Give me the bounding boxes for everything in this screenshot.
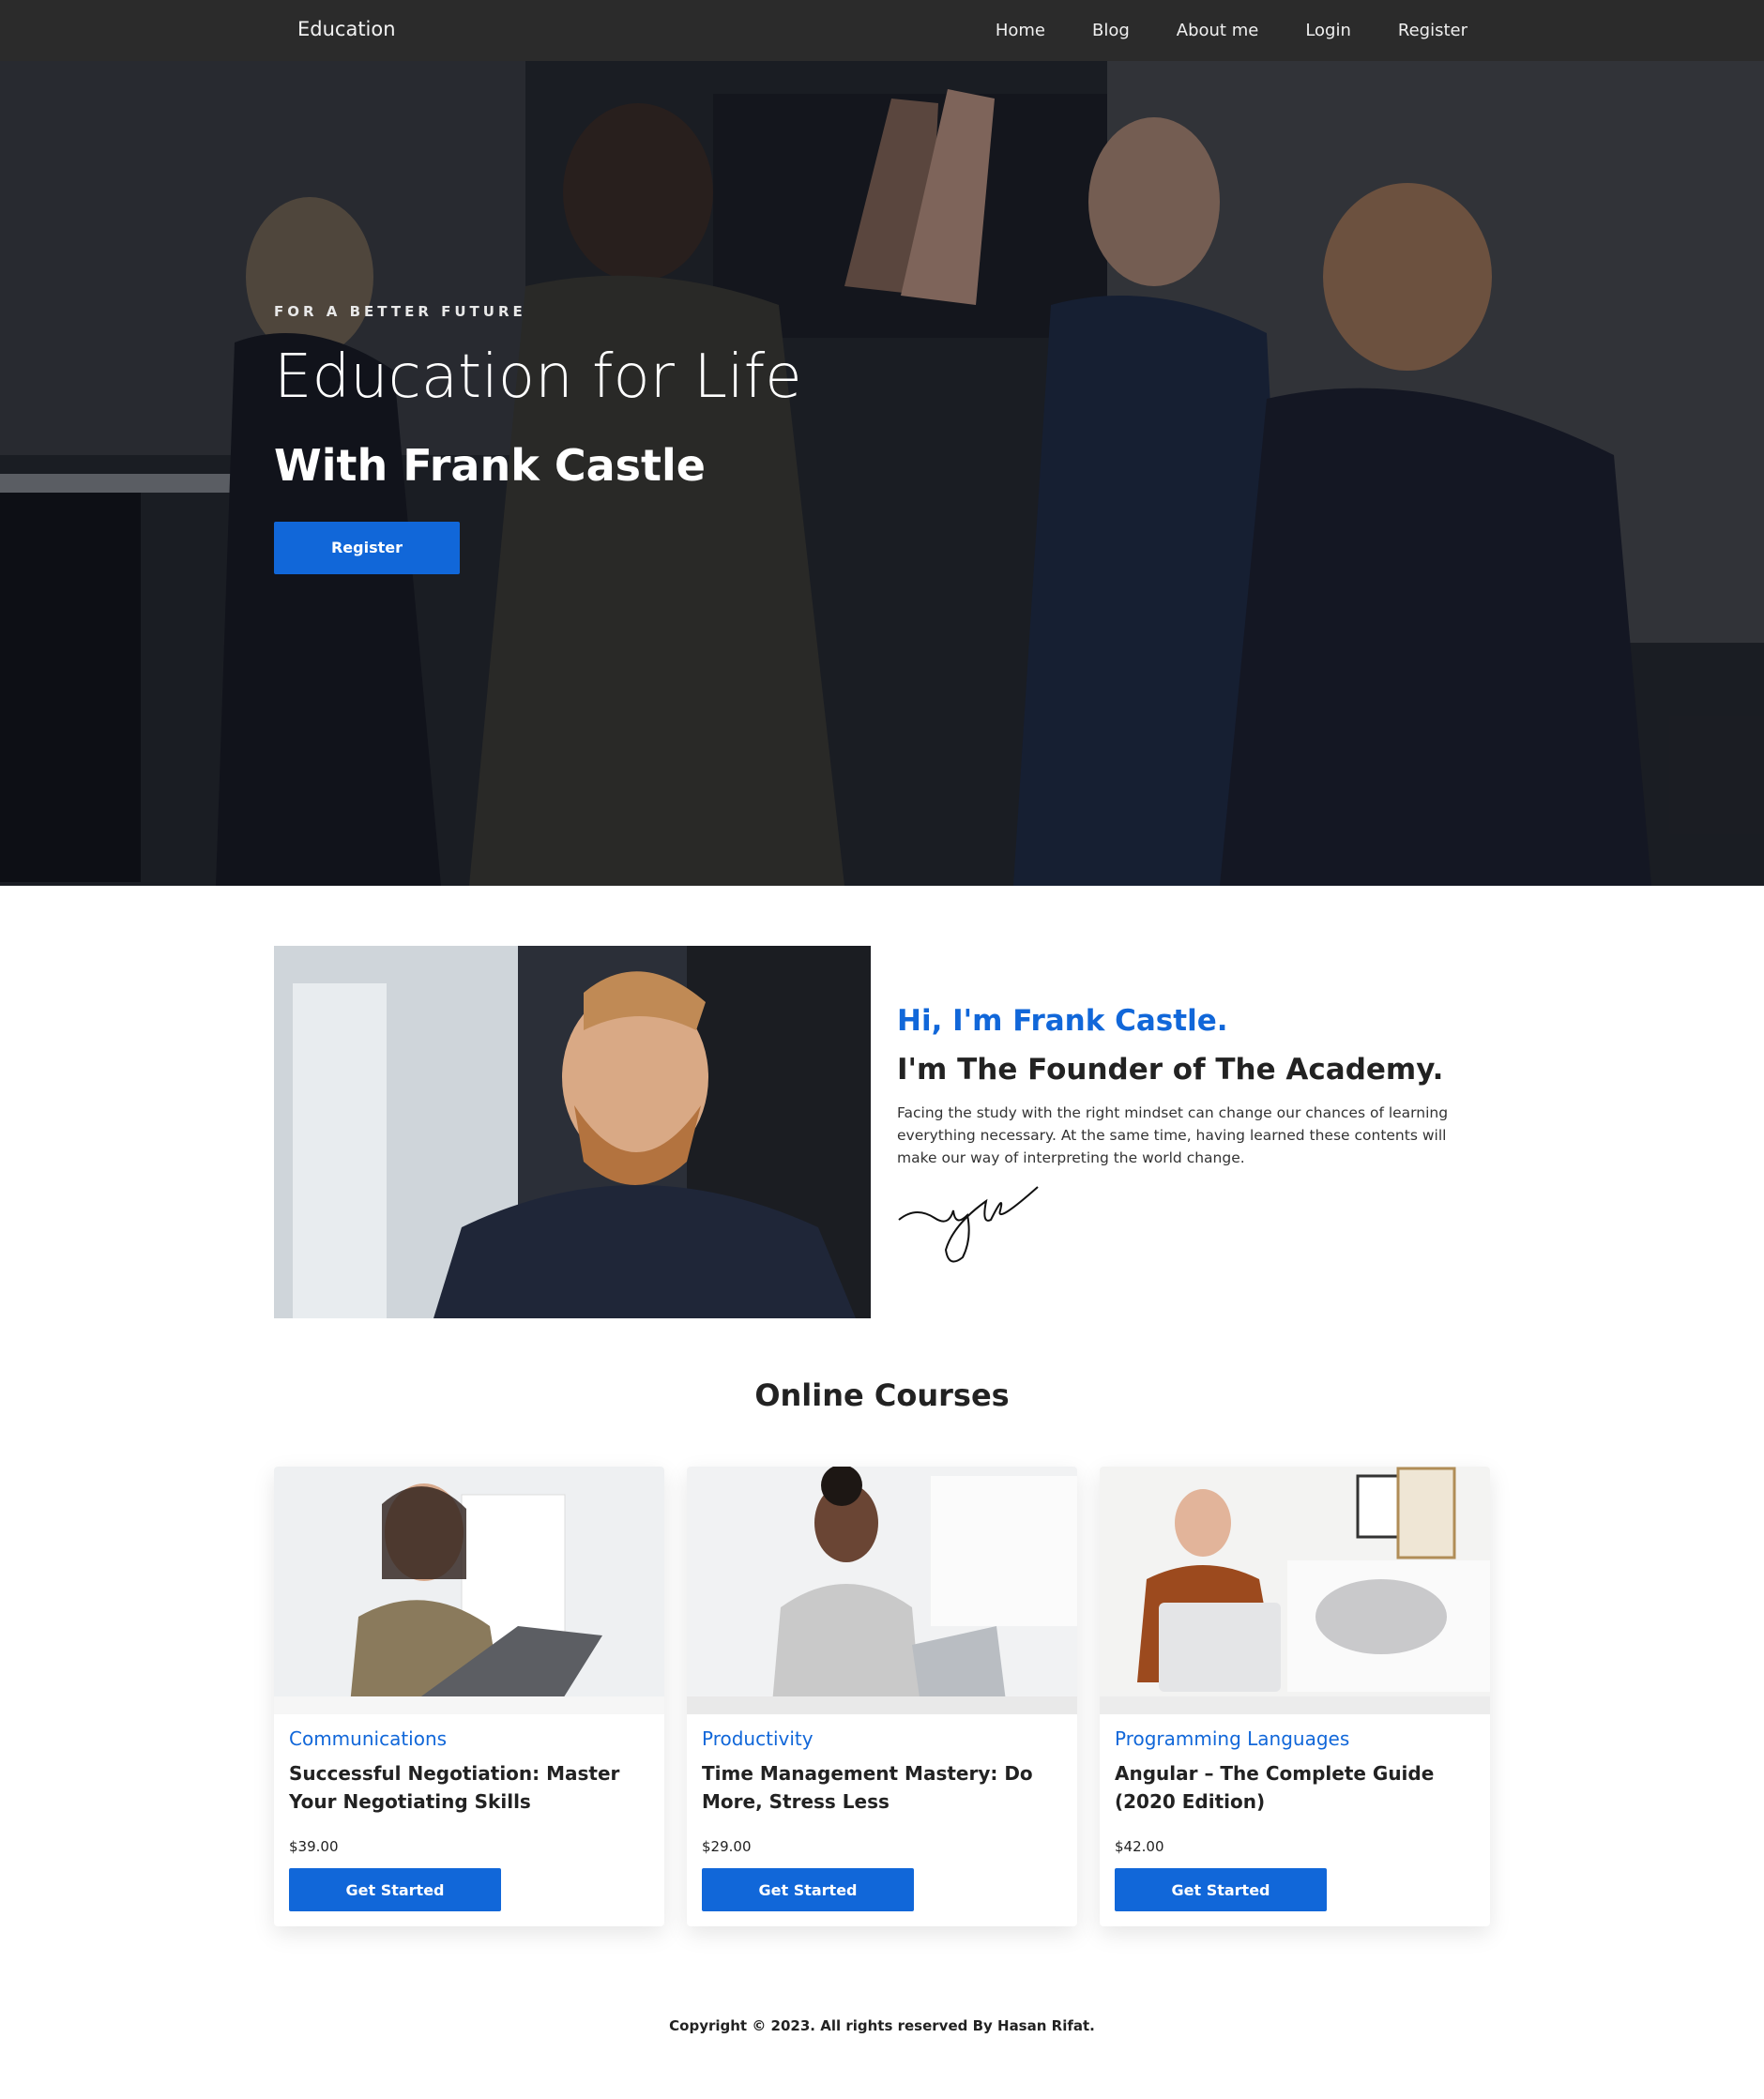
- course-image: [274, 1467, 664, 1714]
- course-category[interactable]: Programming Languages: [1115, 1727, 1475, 1750]
- course-price: $29.00: [702, 1838, 752, 1855]
- course-title[interactable]: Successful Negotiation: Master Your Nego…: [289, 1759, 649, 1816]
- get-started-button[interactable]: Get Started: [702, 1868, 914, 1911]
- about-text-block: Hi, I'm Frank Castle. I'm The Founder of…: [897, 1004, 1479, 1275]
- nav-links: Home Blog About me Login Register: [996, 21, 1467, 40]
- course-category[interactable]: Productivity: [702, 1727, 1062, 1750]
- about-headline: I'm The Founder of The Academy.: [897, 1053, 1444, 1087]
- course-card[interactable]: Communications Successful Negotiation: M…: [274, 1467, 664, 1926]
- hero-title: Education for Life: [274, 342, 802, 412]
- course-card[interactable]: Programming Languages Angular – The Comp…: [1100, 1467, 1490, 1926]
- about-greeting: Hi, I'm Frank Castle.: [897, 1004, 1228, 1038]
- course-image: [687, 1467, 1077, 1714]
- course-title[interactable]: Time Management Mastery: Do More, Stress…: [702, 1759, 1062, 1816]
- nav-link-about[interactable]: About me: [1177, 21, 1259, 40]
- get-started-button[interactable]: Get Started: [1115, 1868, 1327, 1911]
- nav-link-register[interactable]: Register: [1398, 21, 1467, 40]
- brand-link[interactable]: Education: [297, 18, 396, 40]
- nav-link-blog[interactable]: Blog: [1092, 21, 1130, 40]
- course-category[interactable]: Communications: [289, 1727, 649, 1750]
- course-title[interactable]: Angular – The Complete Guide (2020 Editi…: [1115, 1759, 1475, 1816]
- hero-content: FOR A BETTER FUTURE Education for Life W…: [274, 303, 802, 574]
- get-started-button[interactable]: Get Started: [289, 1868, 501, 1911]
- course-price: $42.00: [1115, 1838, 1164, 1855]
- top-navbar: Education Home Blog About me Login Regis…: [0, 0, 1764, 61]
- course-body: Programming Languages Angular – The Comp…: [1100, 1714, 1490, 1911]
- course-card[interactable]: Productivity Time Management Mastery: Do…: [687, 1467, 1077, 1926]
- nav-link-login[interactable]: Login: [1305, 21, 1351, 40]
- founder-photo: [274, 946, 871, 1318]
- about-body: Facing the study with the right mindset …: [897, 1104, 1449, 1166]
- course-body: Productivity Time Management Mastery: Do…: [687, 1714, 1077, 1911]
- nav-link-home[interactable]: Home: [996, 21, 1045, 40]
- course-image: [1100, 1467, 1490, 1714]
- hero-eyebrow: FOR A BETTER FUTURE: [274, 303, 526, 320]
- signature-image: [898, 1186, 1039, 1263]
- hero-register-button[interactable]: Register: [274, 521, 460, 574]
- course-body: Communications Successful Negotiation: M…: [274, 1714, 664, 1911]
- hero-section: FOR A BETTER FUTURE Education for Life W…: [0, 61, 1764, 886]
- course-price: $39.00: [289, 1838, 339, 1855]
- courses-section-title: Online Courses: [754, 1377, 1010, 1413]
- footer-copyright: Copyright © 2023. All rights reserved By…: [669, 2017, 1095, 2034]
- hero-overlay: [0, 61, 1764, 886]
- hero-subtitle: With Frank Castle: [274, 440, 706, 492]
